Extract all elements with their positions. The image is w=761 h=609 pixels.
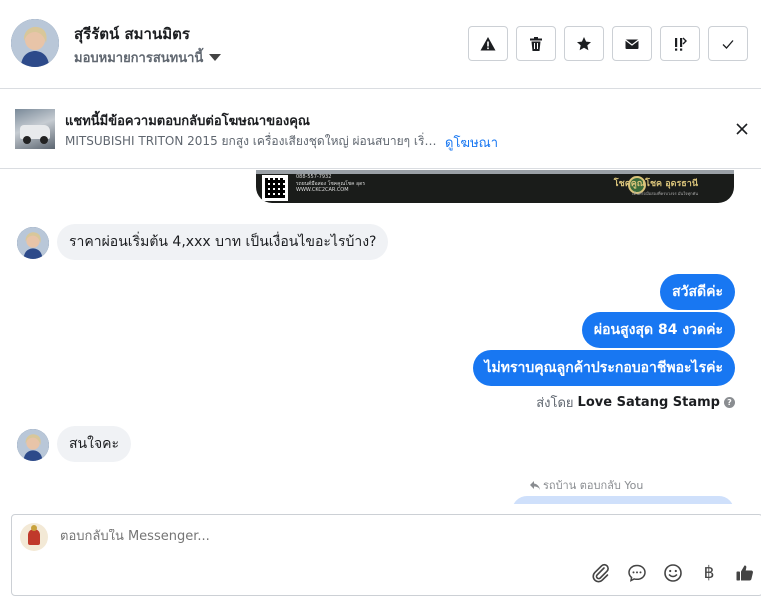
reply-input[interactable] [60, 529, 580, 544]
ad-image-contact: 088-557-7932 รถยนต์มือสอง โชคคูณโชค อุดร… [296, 174, 366, 193]
check-icon [722, 39, 734, 49]
message-composer: ฿ [11, 514, 761, 596]
follow-up-button[interactable] [660, 26, 700, 61]
thumbs-up-icon [736, 565, 753, 581]
attach-button[interactable] [590, 562, 612, 584]
contact-avatar[interactable] [11, 19, 59, 67]
message-bubble-outgoing[interactable]: สวัสดีค่ะ [660, 274, 735, 310]
star-icon [577, 36, 591, 50]
page-avatar [20, 523, 48, 551]
payment-button[interactable]: ฿ [698, 562, 720, 584]
chevron-down-icon [209, 54, 222, 61]
report-spam-button[interactable] [468, 26, 508, 61]
delete-button[interactable] [516, 26, 556, 61]
emoji-icon [664, 564, 682, 582]
header-actions [468, 26, 748, 61]
sender-app-name[interactable]: Love Satang Stamp [578, 395, 720, 410]
baht-icon: ฿ [703, 563, 715, 583]
conversation-header: สุรีรัตน์ สมานมิตร มอบหมายการสนทนานี้ [0, 0, 761, 89]
message-bubble-incoming[interactable]: สนใจคะ [57, 426, 132, 462]
like-button[interactable] [734, 562, 756, 584]
composer-toolbar: ฿ [590, 562, 756, 584]
assign-label: มอบหมายการสนทนานี้ [74, 51, 204, 66]
star-button[interactable] [564, 26, 604, 61]
dealer-logo-text: โชคคูณโชค อุดรธานี [613, 179, 698, 189]
mark-unread-button[interactable] [612, 26, 652, 61]
close-icon [736, 123, 748, 135]
sender-avatar[interactable] [17, 429, 49, 461]
qr-code-image [262, 175, 288, 201]
emoji-button[interactable] [662, 562, 684, 584]
reply-context-label: รถบ้าน ตอบกลับ You [530, 476, 643, 494]
assign-conversation-dropdown[interactable]: มอบหมายการสนทนานี้ [74, 47, 222, 68]
contact-name[interactable]: สุรีรัตน์ สมานมิตร [74, 22, 190, 46]
ad-banner-description: MITSUBISHI TRITON 2015 ยกสูง เครื่องเสีย… [65, 134, 437, 148]
view-ad-link[interactable]: ดูโฆษณา [445, 132, 498, 153]
mark-done-button[interactable] [708, 26, 748, 61]
chat-bubble-icon [628, 564, 646, 582]
saved-replies-button[interactable] [626, 562, 648, 584]
message-bubble-outgoing[interactable]: ไม่ทราบคุณลูกค้าประกอบอาชีพอะไรค่ะ [472, 350, 735, 386]
ad-image-attachment[interactable]: 088-557-7932 รถยนต์มือสอง โชคคูณโชค อุดร… [256, 170, 734, 203]
message-bubble-incoming[interactable]: ราคาผ่อนเริ่มต้น 4,xxx บาท เป็นเงื่อนไขอ… [57, 224, 389, 260]
ad-thumbnail[interactable] [15, 109, 55, 149]
message-thread[interactable]: 088-557-7932 รถยนต์มือสอง โชคคูณโชค อุดร… [0, 170, 761, 504]
warning-icon [480, 36, 496, 50]
reply-arrow-icon [530, 480, 540, 490]
help-icon[interactable]: ? [724, 397, 735, 408]
ad-reply-banner: แชทนี้มีข้อความตอบกลับต่อโฆษณาของคุณ MIT… [0, 89, 761, 169]
ad-image-edge [256, 170, 734, 174]
paperclip-icon [592, 563, 609, 583]
message-bubble-outgoing[interactable]: ผ่อนสูงสุด 84 งวดค่ะ [581, 312, 735, 348]
dealer-logo-subtext: เต็นท์รถมือสองที่ครบวงจร มั่นใจทุกคัน [632, 191, 698, 196]
sent-by-label: ส่งโดย Love Satang Stamp ? [536, 392, 735, 413]
follow-up-icon [675, 37, 687, 51]
envelope-icon [625, 39, 639, 49]
close-banner-button[interactable] [733, 120, 751, 138]
replied-message-preview[interactable] [512, 496, 734, 504]
trash-icon [530, 36, 542, 51]
ad-banner-title: แชทนี้มีข้อความตอบกลับต่อโฆษณาของคุณ [65, 114, 310, 129]
sender-avatar[interactable] [17, 227, 49, 259]
